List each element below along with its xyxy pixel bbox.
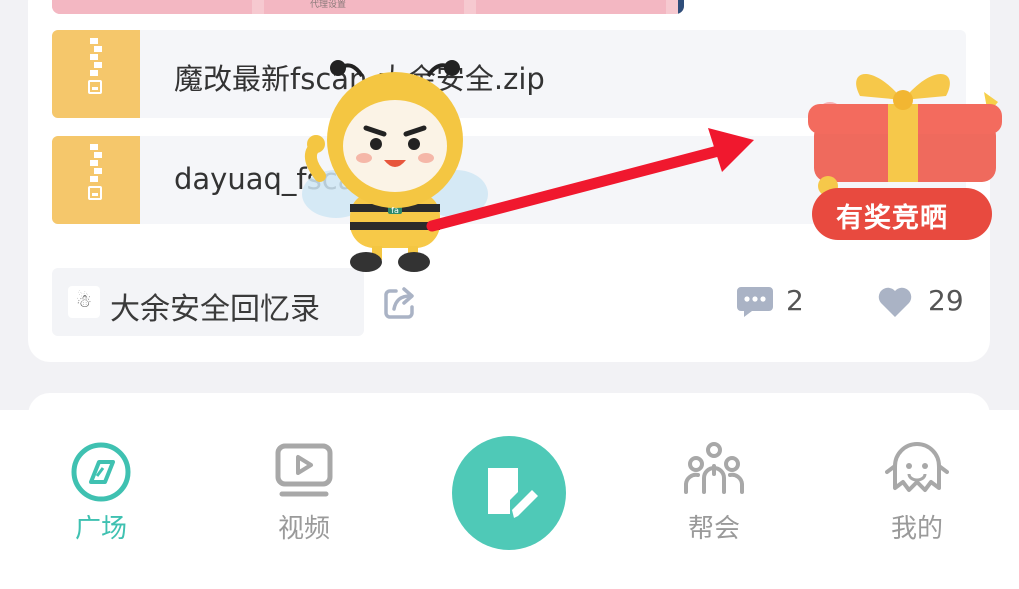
zip-icon: [52, 30, 140, 118]
zip-icon: [52, 136, 140, 224]
tab-square[interactable]: 广场: [46, 440, 156, 550]
thumbnail-1[interactable]: [52, 0, 252, 14]
mascot-badge: fa: [391, 206, 399, 215]
thumbnail-2[interactable]: [264, 0, 464, 14]
heart-icon[interactable]: [876, 286, 914, 318]
thumbnail-caption: 代理设置: [310, 0, 347, 10]
tab-label: 视频: [277, 514, 330, 544]
tab-group[interactable]: 帮会: [659, 440, 769, 550]
thumbnail-3[interactable]: [476, 0, 666, 14]
ghost-icon: [885, 442, 949, 492]
bee-mascot[interactable]: fa: [300, 56, 490, 276]
comment-icon[interactable]: [736, 285, 774, 319]
tab-label: 广场: [74, 514, 127, 544]
tab-label: 帮会: [687, 514, 740, 544]
compose-icon: [488, 468, 538, 518]
square-icon: [71, 442, 131, 502]
comment-count: 2: [786, 284, 804, 317]
circle-tag-label: 大余安全回忆录: [110, 292, 320, 327]
avatar: ☃: [68, 286, 100, 318]
circle-tag[interactable]: ☃ 大余安全回忆录: [52, 268, 364, 336]
group-icon: [684, 442, 744, 494]
tab-video[interactable]: 视频: [249, 440, 359, 550]
video-icon: [275, 443, 333, 497]
compose-button[interactable]: [452, 436, 566, 550]
promo-label[interactable]: 有奖竞晒: [836, 196, 948, 235]
thumbnail-edge: [678, 0, 684, 14]
tab-me[interactable]: 我的: [862, 440, 972, 550]
share-icon[interactable]: [382, 285, 418, 321]
tab-label: 我的: [890, 514, 943, 544]
image-thumbnails[interactable]: 代理设置: [52, 0, 684, 14]
like-count: 29: [928, 284, 964, 317]
